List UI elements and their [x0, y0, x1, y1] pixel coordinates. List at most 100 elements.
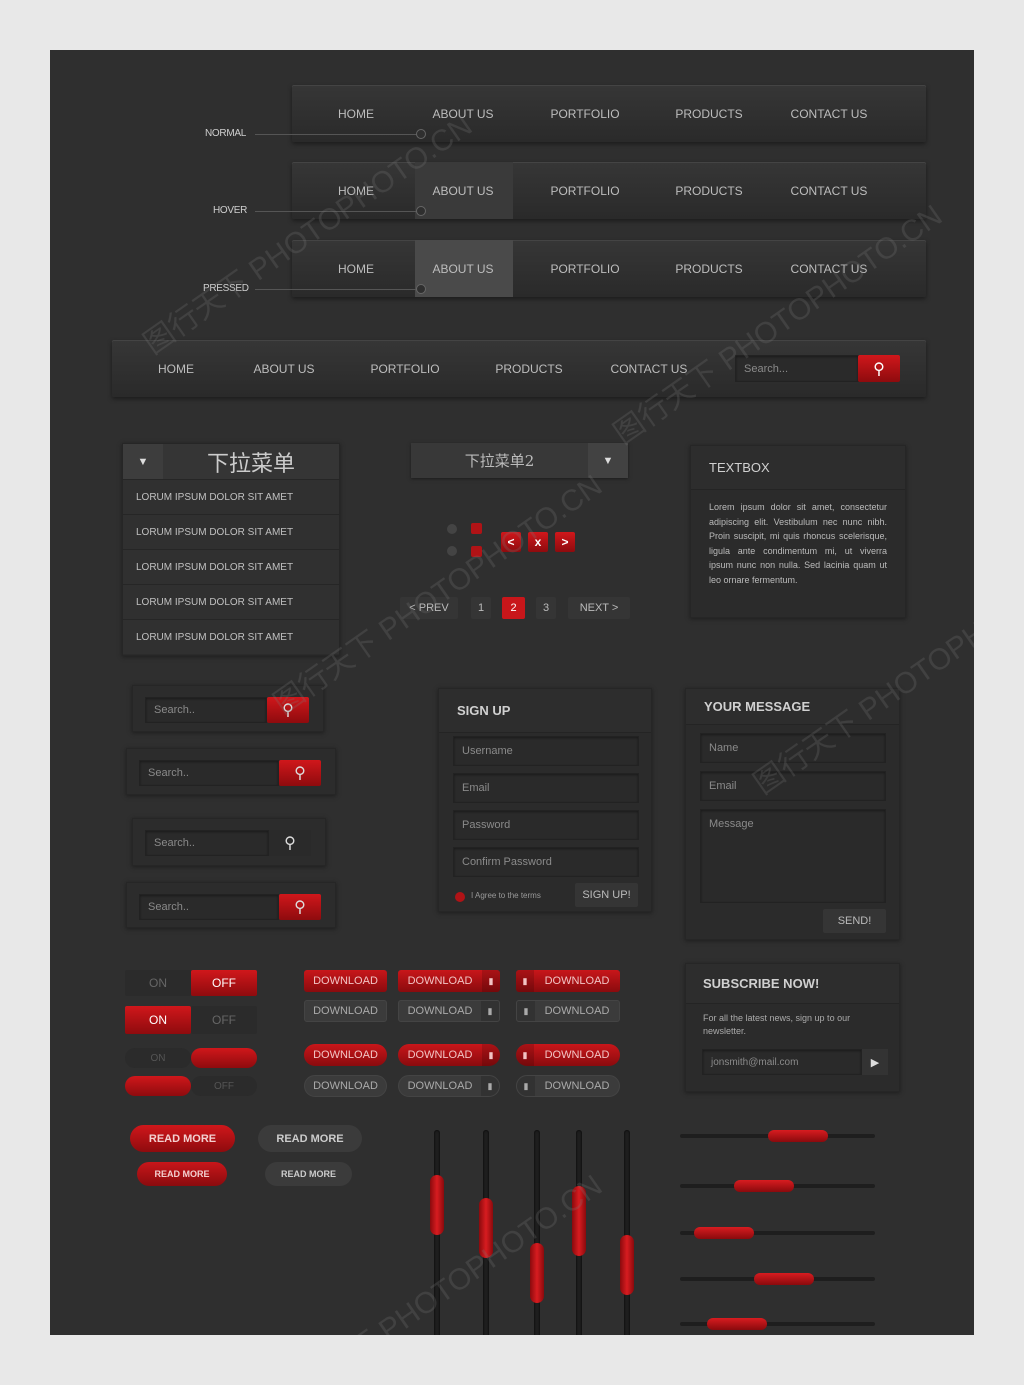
horizontal-slider-handle[interactable] — [734, 1180, 794, 1192]
download-button-gray[interactable]: DOWNLOAD — [304, 1000, 387, 1022]
nav-search-button[interactable]: ⚲ — [858, 355, 900, 382]
toggle-on-small[interactable]: ON — [125, 1048, 191, 1068]
download-label: DOWNLOAD — [313, 1005, 378, 1017]
signup-password-input[interactable]: Password — [453, 810, 639, 840]
agree-checkbox[interactable] — [455, 892, 465, 902]
download-icon: ▮ — [517, 1001, 535, 1021]
horizontal-slider-handle[interactable] — [693, 1227, 754, 1239]
download-button-red[interactable]: DOWNLOAD ▮ — [398, 970, 500, 992]
radio-off[interactable] — [447, 524, 457, 534]
dropdown-select-value: 下拉菜单2 — [464, 452, 535, 470]
pagination-page-2-current[interactable]: 2 — [502, 597, 525, 619]
nav-item-portfolio[interactable]: PORTFOLIO — [550, 162, 619, 219]
download-label: DOWNLOAD — [544, 1080, 610, 1092]
signup-button[interactable]: SIGN UP! — [575, 883, 638, 907]
dropdown-item[interactable]: LORUM IPSUM DOLOR SIT AMET — [123, 584, 339, 619]
signup-title: SIGN UP — [439, 689, 651, 733]
dropdown-select[interactable]: 下拉菜单2 ▼ — [411, 443, 628, 478]
download-icon: ▮ — [481, 1076, 499, 1096]
download-label: DOWNLOAD — [407, 1080, 473, 1092]
toggle-on-small-active[interactable] — [125, 1076, 191, 1096]
vertical-slider-handle[interactable] — [430, 1175, 444, 1235]
horizontal-slider-handle[interactable] — [707, 1318, 767, 1330]
download-button-red[interactable]: DOWNLOAD — [304, 970, 387, 992]
search-input[interactable]: Search.. — [139, 894, 279, 920]
dropdown-item[interactable]: LORUM IPSUM DOLOR SIT AMET — [123, 514, 339, 549]
nav-item-products[interactable]: PRODUCTS — [675, 240, 742, 297]
textbox-title: TEXTBOX — [691, 446, 905, 490]
download-button-gray[interactable]: ▮ DOWNLOAD — [516, 1000, 620, 1022]
subscribe-panel: SUBSCRIBE NOW! For all the latest news, … — [685, 963, 900, 1092]
download-icon: ▮ — [516, 1044, 534, 1066]
vertical-slider-handle[interactable] — [620, 1235, 634, 1295]
download-button-gray[interactable]: ▮ DOWNLOAD — [516, 1075, 620, 1097]
download-button-red[interactable]: DOWNLOAD — [304, 1044, 387, 1066]
nav-item-products[interactable]: PRODUCTS — [675, 162, 742, 219]
signup-email-input[interactable]: Email — [453, 773, 639, 803]
nav-item-portfolio[interactable]: PORTFOLIO — [370, 340, 439, 397]
vertical-slider-track[interactable] — [624, 1130, 630, 1335]
chevron-down-icon[interactable]: ▼ — [588, 443, 628, 478]
search-icon[interactable]: ⚲ — [279, 760, 321, 786]
download-button-red[interactable]: ▮ DOWNLOAD — [516, 1044, 620, 1066]
dropdown-header[interactable]: ▼ 下拉菜单 — [123, 444, 339, 479]
search-input[interactable]: Search.. — [145, 830, 269, 856]
search-box-2: Search.. ⚲ — [126, 748, 336, 795]
search-input[interactable]: Search.. — [139, 760, 279, 786]
nav-item-portfolio[interactable]: PORTFOLIO — [550, 85, 619, 142]
signup-confirm-password-input[interactable]: Confirm Password — [453, 847, 639, 877]
horizontal-slider-handle[interactable] — [767, 1130, 828, 1142]
subscribe-email-input[interactable]: jonsmith@mail.com — [702, 1049, 862, 1075]
download-button-red[interactable]: DOWNLOAD ▮ — [398, 1044, 500, 1066]
play-arrow-icon[interactable]: ▶ — [862, 1049, 888, 1075]
nav-item-about-us[interactable]: ABOUT US — [432, 240, 493, 297]
search-input[interactable]: Search.. — [145, 697, 267, 723]
horizontal-slider-handle[interactable] — [754, 1273, 815, 1285]
send-button[interactable]: SEND! — [823, 909, 886, 933]
download-button-gray[interactable]: DOWNLOAD ▮ — [398, 1000, 500, 1022]
toggle-off-small[interactable]: OFF — [191, 1076, 257, 1096]
nav-item-about-us[interactable]: ABOUT US — [253, 340, 314, 397]
search-icon[interactable]: ⚲ — [279, 894, 321, 920]
dropdown-menu: ▼ 下拉菜单 LORUM IPSUM DOLOR SIT AMET LORUM I… — [122, 443, 340, 656]
checkbox-checked[interactable] — [471, 523, 482, 534]
chevron-down-icon[interactable]: ▼ — [123, 444, 163, 479]
nav-item-products[interactable]: PRODUCTS — [495, 340, 562, 397]
nav-item-about-us[interactable]: ABOUT US — [432, 162, 493, 219]
signup-form: SIGN UP Username Email Password Confirm Pas… — [438, 688, 652, 912]
toggle-on-inactive[interactable]: ON — [125, 970, 191, 996]
read-more-button-gray[interactable]: READ MORE — [258, 1125, 362, 1152]
download-button-gray[interactable]: DOWNLOAD — [304, 1075, 387, 1097]
download-button-red[interactable]: ▮ DOWNLOAD — [516, 970, 620, 992]
watermark-logo: 图行天下 PHOTOPHOTO.CN — [608, 198, 949, 451]
read-more-button-gray-small[interactable]: READ MORE — [265, 1162, 352, 1186]
dropdown-item[interactable]: LORUM IPSUM DOLOR SIT AMET — [123, 619, 339, 654]
toggle-off-active[interactable]: OFF — [191, 970, 257, 996]
download-label: DOWNLOAD — [544, 975, 610, 987]
textbox-body: Lorem ipsum dolor sit amet, consectetur … — [709, 502, 887, 585]
next-arrow-button[interactable]: > — [555, 532, 575, 552]
toggle-off-inactive[interactable]: OFF — [191, 1006, 257, 1034]
read-more-button-red-small[interactable]: READ MORE — [137, 1162, 227, 1186]
nav-item-portfolio[interactable]: PORTFOLIO — [550, 240, 619, 297]
nav-item-contact-us[interactable]: CONTACT US — [791, 162, 868, 219]
nav-item-products[interactable]: PRODUCTS — [675, 85, 742, 142]
toggle-on-active[interactable]: ON — [125, 1006, 191, 1034]
pagination-page-3[interactable]: 3 — [536, 597, 556, 619]
signup-username-input[interactable]: Username — [453, 736, 639, 766]
download-label: DOWNLOAD — [407, 975, 473, 987]
nav-item-contact-us[interactable]: CONTACT US — [791, 85, 868, 142]
dropdown-item[interactable]: LORUM IPSUM DOLOR SIT AMET — [123, 479, 339, 514]
download-icon: ▮ — [482, 970, 500, 992]
dropdown-item[interactable]: LORUM IPSUM DOLOR SIT AMET — [123, 549, 339, 584]
toggle-off-small-active[interactable] — [191, 1048, 257, 1068]
message-textarea[interactable]: Message — [700, 809, 886, 903]
pagination-page-1[interactable]: 1 — [471, 597, 491, 619]
download-button-gray[interactable]: DOWNLOAD ▮ — [398, 1075, 500, 1097]
read-more-button-red[interactable]: READ MORE — [130, 1125, 235, 1152]
pagination-next[interactable]: NEXT > — [568, 597, 630, 619]
download-label: DOWNLOAD — [544, 1049, 610, 1061]
download-label: DOWNLOAD — [407, 1005, 473, 1017]
ui-kit-panel: HOME ABOUT US PORTFOLIO PRODUCTS CONTACT US N… — [50, 50, 974, 1335]
search-icon[interactable]: ⚲ — [269, 830, 311, 856]
